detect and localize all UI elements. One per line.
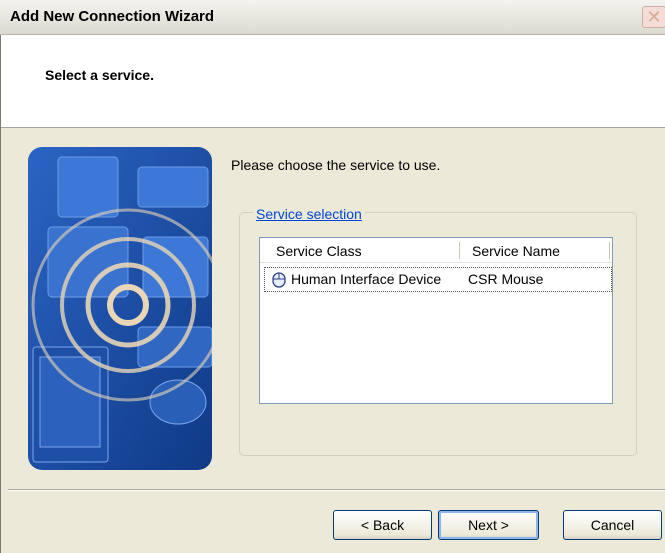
list-item[interactable]: Human Interface Device CSR Mouse xyxy=(264,267,612,292)
window-title: Add New Connection Wizard xyxy=(10,8,215,25)
column-header-service-class[interactable]: Service Class xyxy=(276,243,362,259)
close-icon: ✕ xyxy=(646,7,662,27)
page-title: Select a service. xyxy=(45,67,154,83)
service-name-cell: CSR Mouse xyxy=(468,271,544,287)
divider xyxy=(8,489,665,491)
title-bar[interactable]: Add New Connection Wizard ✕ xyxy=(0,0,665,35)
list-header: Service Class Service Name xyxy=(260,238,612,263)
mouse-icon xyxy=(272,272,286,288)
service-class-cell: Human Interface Device xyxy=(291,271,442,287)
wizard-illustration xyxy=(28,147,212,470)
wireless-devices-illustration xyxy=(28,147,212,470)
column-divider[interactable] xyxy=(609,242,610,259)
next-button[interactable]: Next > xyxy=(438,510,539,540)
column-divider[interactable] xyxy=(459,242,460,259)
back-button[interactable]: < Back xyxy=(333,510,432,540)
wizard-header: Select a service. xyxy=(0,35,665,128)
instruction-text: Please choose the service to use. xyxy=(231,157,441,173)
column-header-service-name[interactable]: Service Name xyxy=(472,243,560,259)
service-list[interactable]: Service Class Service Name Human Interfa… xyxy=(259,237,613,404)
window-border xyxy=(0,35,9,553)
close-button[interactable]: ✕ xyxy=(642,6,665,28)
cancel-button[interactable]: Cancel xyxy=(563,510,662,540)
service-selection-label: Service selection xyxy=(253,206,365,222)
